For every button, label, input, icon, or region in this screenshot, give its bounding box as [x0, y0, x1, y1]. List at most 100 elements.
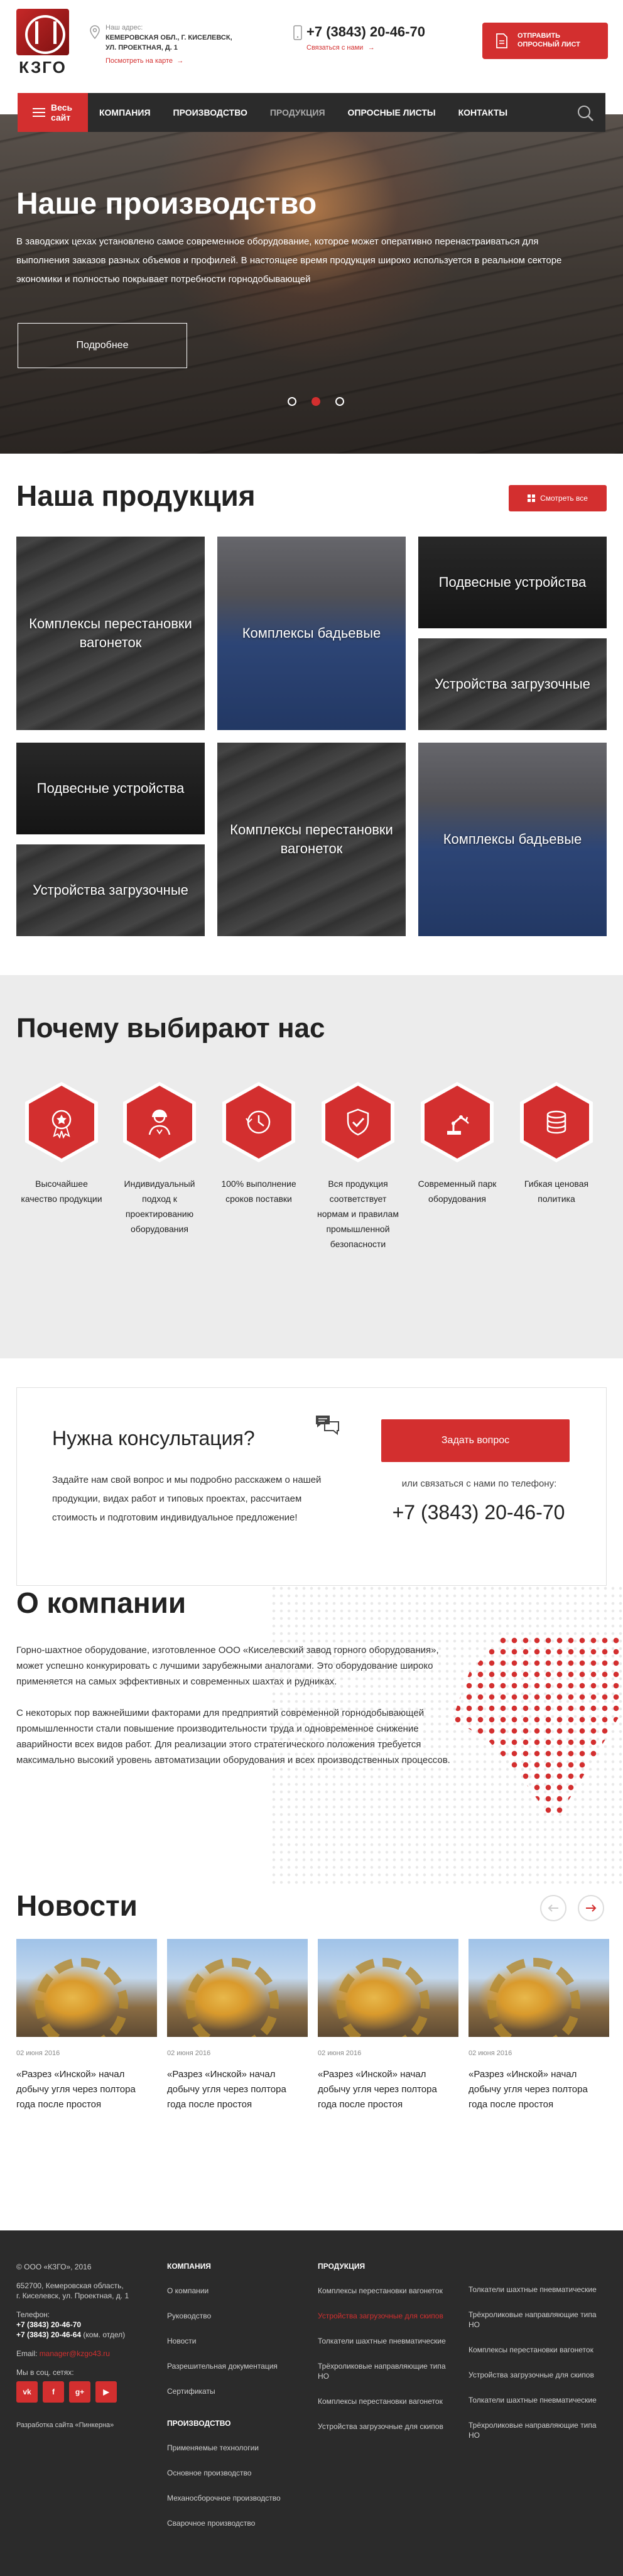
- feature-item: Высочайшее качество продукции: [16, 1082, 107, 1206]
- news-card[interactable]: 02 июня 2016 «Разрез «Инской» начал добы…: [469, 1939, 609, 2112]
- footer-link[interactable]: Комплексы перестановки вагонеток: [318, 2286, 450, 2296]
- nav-item-production[interactable]: Производство: [162, 93, 259, 132]
- facebook-icon[interactable]: f: [43, 2381, 64, 2403]
- footer-link[interactable]: Толкатели шахтные пневматические: [469, 2395, 607, 2405]
- survey-button-line-2: ОПРОСНЫЙ ЛИСТ: [517, 41, 580, 48]
- footer-address-1: 652700, Кемеровская область,: [16, 2281, 124, 2290]
- footer-link[interactable]: Трёхроликовые направляющие типа НО: [318, 2361, 450, 2381]
- site-footer: © ООО «КЗГО», 2016 652700, Кемеровская о…: [0, 2230, 623, 2576]
- nav-item-contacts[interactable]: Контакты: [447, 93, 519, 132]
- news-card[interactable]: 02 июня 2016 «Разрез «Инской» начал добы…: [16, 1939, 157, 2112]
- news-title[interactable]: «Разрез «Инской» начал добычу угля через…: [318, 2067, 458, 2112]
- vk-icon[interactable]: vk: [16, 2381, 38, 2403]
- product-tile[interactable]: Комплексы перестановки вагонеток: [217, 743, 406, 936]
- nav-item-surveys[interactable]: Опросные листы: [337, 93, 447, 132]
- why-us-title: Почему выбирают нас: [16, 1013, 325, 1044]
- slider-dot-2[interactable]: [312, 397, 320, 406]
- consultation-phone[interactable]: +7 (3843) 20-46-70: [381, 1501, 576, 1524]
- footer-link[interactable]: Руководство: [167, 2311, 299, 2321]
- address-block: Наш адрес: Кемеровская обл., г. Киселевс…: [90, 23, 294, 66]
- footer-link[interactable]: Основное производство: [167, 2468, 299, 2478]
- view-all-label: Смотреть все: [540, 494, 588, 503]
- news-image: [469, 1939, 609, 2037]
- nav-item-company[interactable]: Компания: [88, 93, 162, 132]
- arrow-right-icon: →: [175, 57, 184, 65]
- product-tile-label: Комплексы бадьевые: [443, 831, 582, 847]
- news-title[interactable]: «Разрез «Инской» начал добычу угля через…: [16, 2067, 157, 2112]
- news-image: [167, 1939, 308, 2037]
- coins-icon: [546, 1110, 566, 1134]
- news-title[interactable]: «Разрез «Инской» начал добычу угля через…: [167, 2067, 308, 2112]
- news-next-button[interactable]: [578, 1895, 604, 1921]
- document-icon: [496, 33, 507, 48]
- footer-link[interactable]: Толкатели шахтные пневматические: [469, 2284, 607, 2295]
- footer-link[interactable]: Механосборочное производство: [167, 2493, 299, 2503]
- product-tile[interactable]: Подвесные устройства: [418, 537, 607, 628]
- view-map-link[interactable]: Посмотреть на карте: [106, 57, 173, 65]
- hero-more-button[interactable]: Подробнее: [18, 323, 187, 368]
- youtube-icon[interactable]: ▶: [95, 2381, 117, 2403]
- footer-link[interactable]: О компании: [167, 2286, 299, 2296]
- footer-link[interactable]: Сертификаты: [167, 2386, 299, 2396]
- phone-2-note: (ком. отдел): [81, 2330, 126, 2339]
- footer-link[interactable]: Новости: [167, 2336, 299, 2346]
- about-text: Горно-шахтное оборудование, изготовленно…: [16, 1642, 462, 1784]
- footer-email[interactable]: manager@kzgo43.ru: [40, 2349, 110, 2358]
- address-line-2: ул. Проектная, д. 1: [106, 44, 178, 52]
- footer-link[interactable]: Комплексы перестановки вагонеток: [469, 2345, 607, 2355]
- news-prev-button[interactable]: [540, 1895, 566, 1921]
- product-tile[interactable]: Комплексы бадьевые: [418, 743, 607, 936]
- developer-credit[interactable]: Разработка сайта «Пинкерна»: [16, 2420, 148, 2430]
- map-pin-icon: [90, 25, 100, 39]
- footer-phone-1[interactable]: +7 (3843) 20-46-70: [16, 2320, 148, 2330]
- header-phone[interactable]: +7 (3843) 20-46-70: [306, 24, 425, 40]
- footer-link[interactable]: Применяемые технологии: [167, 2443, 299, 2453]
- slider-dot-3[interactable]: [335, 397, 344, 406]
- footer-link[interactable]: Трёхроликовые направляющие типа НО: [469, 2310, 607, 2330]
- product-tile[interactable]: Подвесные устройства: [16, 743, 205, 834]
- grid-icon: [528, 494, 536, 502]
- footer-link[interactable]: Сварочное производство: [167, 2518, 299, 2528]
- consultation-section: Нужна консультация? Задайте нам свой воп…: [0, 1358, 623, 1586]
- product-tile-label: Устройства загрузочные: [33, 882, 188, 898]
- footer-address-2: г. Киселевск, ул. Проектная, д. 1: [16, 2291, 129, 2300]
- product-tile[interactable]: Комплексы бадьевые: [217, 537, 406, 730]
- news-date: 02 июня 2016: [167, 2049, 211, 2057]
- about-title: О компании: [16, 1586, 187, 1619]
- footer-production-heading: ПРОИЗВОДСТВО: [167, 2419, 231, 2428]
- logo-text: КЗГО: [19, 58, 67, 77]
- footer-link-active[interactable]: Устройства загрузочные для скипов: [318, 2311, 450, 2321]
- footer-link[interactable]: Трёхроликовые направляющие типа НО: [469, 2420, 607, 2440]
- phone-block: +7 (3843) 20-46-70 Связаться с нами →: [293, 24, 425, 53]
- nav-item-products[interactable]: Продукция: [259, 93, 337, 132]
- all-site-menu-button[interactable]: Весь сайт: [18, 93, 88, 132]
- footer-link[interactable]: Устройства загрузочные для скипов: [318, 2421, 450, 2431]
- product-tile[interactable]: Устройства загрузочные: [16, 844, 205, 936]
- products-section: Наша продукция Смотреть все Комплексы пе…: [0, 454, 623, 975]
- news-card[interactable]: 02 июня 2016 «Разрез «Инской» начал добы…: [318, 1939, 458, 2112]
- product-tile[interactable]: Устройства загрузочные: [418, 638, 607, 730]
- company-logo[interactable]: КЗГО: [16, 9, 69, 77]
- ask-question-button[interactable]: Задать вопрос: [381, 1419, 570, 1462]
- google-plus-icon[interactable]: g+: [69, 2381, 90, 2403]
- footer-link[interactable]: Толкатели шахтные пневматические: [318, 2336, 450, 2346]
- send-survey-button[interactable]: ОТПРАВИТЬ ОПРОСНЫЙ ЛИСТ: [482, 23, 608, 59]
- search-icon[interactable]: [577, 104, 594, 122]
- footer-link[interactable]: Устройства загрузочные для скипов: [469, 2370, 607, 2380]
- arrow-right-icon: [586, 1904, 597, 1912]
- slider-dot-1[interactable]: [288, 397, 296, 406]
- news-image: [318, 1939, 458, 2037]
- news-card[interactable]: 02 июня 2016 «Разрез «Инской» начал добы…: [167, 1939, 308, 2112]
- footer-phone-2[interactable]: +7 (3843) 20-46-64: [16, 2330, 81, 2339]
- social-label: Мы в соц. сетях:: [16, 2368, 74, 2377]
- slider-dots: [288, 397, 344, 406]
- product-tile-label: Комплексы перестановки вагонеток: [230, 822, 393, 856]
- footer-link[interactable]: Комплексы перестановки вагонеток: [318, 2396, 450, 2406]
- news-image: [16, 1939, 157, 2037]
- footer-link[interactable]: Разрешительная документация: [167, 2361, 299, 2371]
- product-tile[interactable]: Комплексы перестановки вагонеток: [16, 537, 205, 730]
- view-all-products-button[interactable]: Смотреть все: [509, 485, 607, 511]
- news-title[interactable]: «Разрез «Инской» начал добычу угля через…: [469, 2067, 609, 2112]
- contact-us-link[interactable]: Связаться с нами: [306, 44, 363, 52]
- feature-label: Современный парк оборудования: [418, 1179, 497, 1204]
